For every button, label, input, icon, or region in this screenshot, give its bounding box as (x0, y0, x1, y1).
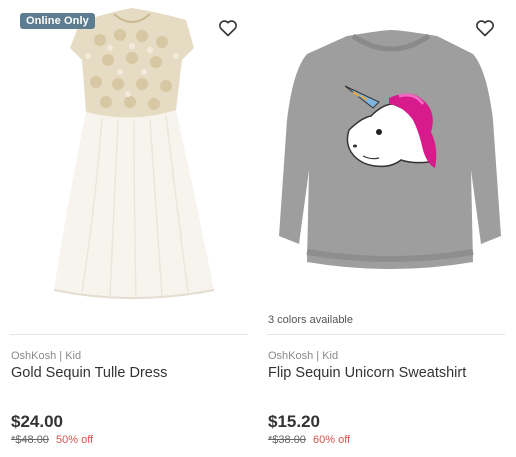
card-divider (267, 334, 505, 335)
sweatshirt-image (267, 0, 511, 308)
product-image[interactable] (267, 0, 511, 308)
price-comparison: *$38.00 60% off (268, 434, 350, 446)
discount-label: 60% off (313, 434, 350, 446)
price-comparison: *$48.00 50% off (11, 434, 93, 446)
online-only-badge: Online Only (20, 13, 95, 29)
product-image[interactable]: Online Only (10, 0, 254, 308)
product-brand: OshKosh | Kid (11, 350, 81, 362)
product-brand: OshKosh | Kid (268, 350, 338, 362)
sale-price: $15.20 (268, 412, 320, 432)
product-card[interactable]: Online Only OshKosh | Kid Gold Sequin Tu… (10, 0, 254, 457)
dress-image (10, 0, 254, 308)
favorite-heart-icon[interactable] (475, 18, 495, 38)
sale-price: $24.00 (11, 412, 63, 432)
product-card[interactable]: 3 colors available OshKosh | Kid Flip Se… (267, 0, 511, 457)
favorite-heart-icon[interactable] (218, 18, 238, 38)
original-price: *$38.00 (268, 434, 306, 446)
product-title[interactable]: Gold Sequin Tulle Dress (11, 365, 167, 381)
discount-label: 50% off (56, 434, 93, 446)
colors-available[interactable]: 3 colors available (268, 314, 353, 326)
card-divider (10, 334, 248, 335)
original-price: *$48.00 (11, 434, 49, 446)
product-title[interactable]: Flip Sequin Unicorn Sweatshirt (268, 365, 466, 381)
